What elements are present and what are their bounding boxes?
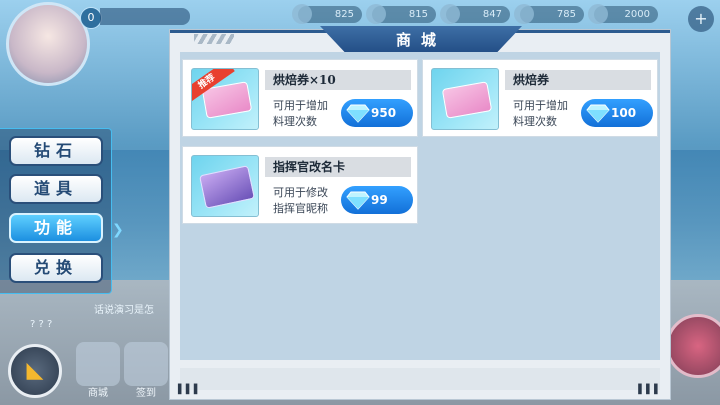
shop-item-card[interactable]: 推荐 烘焙券×10 可用于增加料理次数 950	[182, 59, 418, 137]
plus-icon: +	[694, 9, 708, 28]
tab-function[interactable]: 功能	[9, 213, 103, 243]
resource-value: 2000	[624, 9, 650, 20]
energy-icon	[292, 4, 312, 24]
resource-value: 785	[556, 9, 576, 20]
diamond-icon	[588, 4, 608, 24]
item-thumbnail: 推荐	[191, 68, 259, 130]
item-description: 可用于增加料理次数	[273, 99, 328, 128]
chat-message-2: ? ? ?	[30, 319, 53, 330]
back-arrow-icon: ◣	[26, 358, 44, 383]
shop-nav-icon[interactable]	[76, 342, 120, 386]
tab-diamond[interactable]: 钻石	[9, 136, 103, 166]
player-level-badge: 0	[80, 7, 102, 29]
add-button[interactable]: +	[688, 6, 714, 32]
buy-button[interactable]: 100	[581, 99, 653, 127]
item-name: 烘焙券×10	[273, 73, 336, 87]
back-button[interactable]: ◣	[8, 344, 62, 398]
resource-value: 825	[334, 9, 354, 20]
player-avatar[interactable]	[6, 2, 90, 86]
tab-exchange[interactable]: 兑换	[9, 253, 103, 283]
chat-message: 话说演习是怎	[94, 305, 154, 316]
item-price: 950	[371, 106, 397, 120]
diamond-icon	[586, 104, 610, 123]
resource-coin[interactable]: 815	[366, 4, 436, 24]
item-price: 99	[371, 193, 388, 207]
resource-value: 815	[408, 9, 428, 20]
item-description: 可用于修改指挥官昵称	[273, 186, 328, 215]
shop-window: 商城 推荐 烘焙券×10 可用于增加料理次数 950 烘焙券 可用于增加料理次数…	[169, 26, 671, 400]
item-name: 指挥官改名卡	[273, 160, 346, 174]
item-name: 烘焙券	[513, 73, 550, 87]
player-name-bar	[100, 8, 190, 25]
chevron-right-icon: ❯	[112, 222, 124, 238]
resource-value: 847	[482, 9, 502, 20]
item-thumbnail	[431, 68, 499, 130]
baking-ticket-icon	[441, 81, 493, 119]
resource-food[interactable]: 847	[440, 4, 510, 24]
material-icon	[514, 4, 534, 24]
checkin-nav-icon[interactable]	[124, 342, 168, 386]
diamond-icon	[346, 104, 370, 123]
corner-decor: ▌▌▌	[178, 385, 202, 395]
tab-items[interactable]: 道具	[9, 174, 103, 204]
corner-decor: ▌▌▌	[638, 385, 662, 395]
resource-diamond[interactable]: 2000	[588, 4, 658, 24]
shop-item-grid: 推荐 烘焙券×10 可用于增加料理次数 950 烘焙券 可用于增加料理次数 10…	[180, 52, 660, 360]
shop-nav-label: 商城	[88, 388, 108, 399]
shop-item-card[interactable]: 烘焙券 可用于增加料理次数 100	[422, 59, 658, 137]
rename-card-icon	[199, 165, 255, 209]
checkin-nav-label: 签到	[136, 388, 156, 399]
buy-button[interactable]: 99	[341, 186, 413, 214]
buy-button[interactable]: 950	[341, 99, 413, 127]
resource-material[interactable]: 785	[514, 4, 584, 24]
item-description: 可用于增加料理次数	[513, 99, 568, 128]
shop-footer	[180, 368, 660, 390]
coin-icon	[366, 4, 386, 24]
shop-item-card[interactable]: 指挥官改名卡 可用于修改指挥官昵称 99	[182, 146, 418, 224]
chat-preview[interactable]: 话说演习是怎 ? ? ?	[4, 304, 172, 334]
item-thumbnail	[191, 155, 259, 217]
item-price: 100	[611, 106, 637, 120]
resource-energy[interactable]: 825	[292, 4, 362, 24]
diamond-icon	[346, 191, 370, 210]
decor-stripes	[194, 34, 234, 44]
food-icon	[440, 4, 460, 24]
